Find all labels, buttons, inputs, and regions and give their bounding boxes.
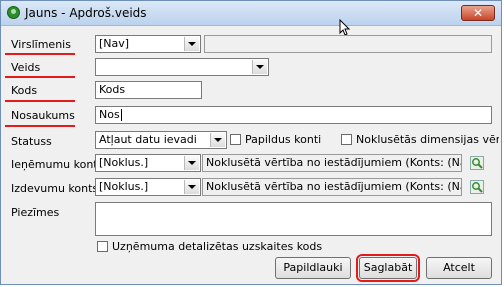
virsliminis-highlight <box>5 53 75 55</box>
ienemumu-konts-select[interactable]: [Noklus.] <box>95 154 201 172</box>
atcelt-button[interactable]: Atcelt <box>426 257 492 279</box>
virsliminis-label: Virslīmenis <box>11 38 71 51</box>
dialog-window: Jauns - Apdroš.veids ✕ Virslīmenis [Nav]… <box>0 0 502 285</box>
piezimes-textarea[interactable] <box>95 202 492 236</box>
nosaukums-label: Nosaukums <box>11 109 75 122</box>
chevron-down-icon[interactable] <box>184 156 199 170</box>
nosaukums-highlight <box>5 125 75 127</box>
statuss-label: Statuss <box>11 135 52 148</box>
detalizetas-uzskaites-checkbox[interactable] <box>97 241 108 252</box>
virsliminis-description <box>204 35 492 53</box>
noklusetas-dimensijas-checkbox[interactable] <box>341 134 352 145</box>
papildus-konti-checkbox[interactable] <box>230 134 241 145</box>
veids-select[interactable] <box>95 58 269 76</box>
kods-input[interactable]: Kods <box>95 81 202 99</box>
detalizetas-uzskaites-label: Uzņēmuma detalizētas uzskaites kods <box>112 240 323 253</box>
virsliminis-select[interactable]: [Nav] <box>95 35 201 53</box>
izdevumu-konts-select[interactable]: [Noklus.] <box>95 178 201 196</box>
magnifier-icon[interactable] <box>470 180 484 194</box>
chevron-down-icon[interactable] <box>184 180 199 194</box>
chevron-down-icon[interactable] <box>210 133 225 147</box>
app-icon <box>7 6 20 19</box>
veids-label: Veids <box>11 61 41 74</box>
ienemumu-konts-info: Noklusētā vērtība no iestādījumiem (Kont… <box>202 154 462 172</box>
izdevumu-konts-label: Izdevumu konts <box>11 182 99 195</box>
piezimes-label: Piezīmes <box>11 206 60 219</box>
chevron-down-icon[interactable] <box>184 37 199 51</box>
noklusetas-dimensijas-label: Noklusētās dimensijas vērtības <box>356 133 499 146</box>
nosaukums-input[interactable]: Nos <box>95 106 492 124</box>
kods-label: Kods <box>11 84 38 97</box>
magnifier-icon[interactable] <box>470 156 484 170</box>
window-title: Jauns - Apdroš.veids <box>25 6 147 20</box>
ienemumu-konts-label: Ieņēmumu konts <box>11 158 104 171</box>
papildlauki-button[interactable]: Papildlauki <box>275 257 351 279</box>
close-button[interactable]: ✕ <box>461 5 495 21</box>
title-bar[interactable]: Jauns - Apdroš.veids ✕ <box>1 1 501 26</box>
veids-highlight <box>5 76 75 78</box>
kods-highlight <box>5 100 75 102</box>
chevron-down-icon[interactable] <box>252 60 267 74</box>
saglabat-button[interactable]: Saglabāt <box>356 254 420 282</box>
izdevumu-konts-info: Noklusētā vērtība no iestādījumiem (Kont… <box>202 178 462 196</box>
statuss-select[interactable]: Atļaut datu ievadi <box>95 131 227 149</box>
papildus-konti-label: Papildus konti <box>245 133 322 146</box>
